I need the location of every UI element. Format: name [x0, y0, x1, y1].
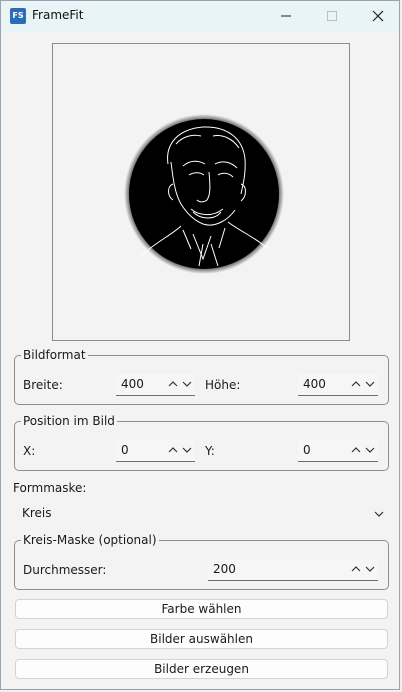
spin-up-icon[interactable] [349, 376, 363, 392]
close-icon [372, 10, 384, 22]
position-title: Position im Bild [21, 414, 117, 428]
y-label: Y: [205, 444, 215, 458]
durchmesser-value: 200 [213, 562, 236, 576]
spin-up-icon[interactable] [349, 442, 363, 458]
formmaske-selected: Kreis [22, 506, 52, 520]
spin-down-icon[interactable] [363, 442, 377, 458]
farbe-waehlen-button[interactable]: Farbe wählen [15, 599, 388, 619]
y-value: 0 [303, 443, 311, 457]
window-title: FrameFit [32, 8, 84, 22]
close-button[interactable] [355, 1, 401, 31]
kreis-maske-group: Kreis-Maske (optional) Durchmesser: 200 [14, 533, 389, 590]
y-spinbox[interactable]: 0 [298, 440, 378, 462]
minimize-icon [281, 15, 291, 17]
bildformat-group: Bildformat Breite: 400 Höhe: 400 [14, 348, 389, 405]
spin-down-icon[interactable] [180, 442, 194, 458]
breite-spinbox[interactable]: 400 [116, 374, 195, 396]
x-spinbox[interactable]: 0 [116, 440, 195, 462]
formmaske-dropdown[interactable]: Kreis [15, 503, 390, 525]
breite-value: 400 [121, 377, 144, 391]
spin-down-icon[interactable] [363, 376, 377, 392]
minimize-button[interactable] [263, 1, 309, 31]
spin-down-icon[interactable] [180, 376, 194, 392]
chevron-down-icon [372, 507, 386, 521]
breite-label: Breite: [23, 378, 63, 392]
hoehe-spinbox[interactable]: 400 [298, 374, 378, 396]
hoehe-label: Höhe: [205, 378, 241, 392]
preview-image [124, 114, 284, 274]
spin-down-icon[interactable] [363, 561, 377, 577]
position-group: Position im Bild X: 0 Y: 0 [14, 414, 389, 471]
title-bar[interactable]: FS FrameFit [1, 1, 399, 31]
x-label: X: [23, 444, 36, 458]
bildformat-title: Bildformat [21, 348, 88, 362]
maximize-button[interactable] [309, 1, 355, 31]
durchmesser-label: Durchmesser: [23, 563, 107, 577]
durchmesser-spinbox[interactable]: 200 [208, 559, 378, 581]
spin-up-icon[interactable] [166, 442, 180, 458]
image-preview [52, 43, 350, 341]
maximize-icon [327, 11, 337, 21]
app-window: FS FrameFit Bildformat Breite: 400 Höhe:… [0, 0, 400, 690]
kreis-maske-title: Kreis-Maske (optional) [21, 533, 159, 547]
bilder-auswaehlen-button[interactable]: Bilder auswählen [15, 629, 388, 649]
bilder-erzeugen-button[interactable]: Bilder erzeugen [15, 659, 388, 679]
spin-up-icon[interactable] [349, 561, 363, 577]
formmaske-label: Formmaske: [13, 481, 87, 495]
hoehe-value: 400 [303, 377, 326, 391]
x-value: 0 [121, 443, 129, 457]
spin-up-icon[interactable] [166, 376, 180, 392]
app-icon: FS [10, 8, 26, 24]
